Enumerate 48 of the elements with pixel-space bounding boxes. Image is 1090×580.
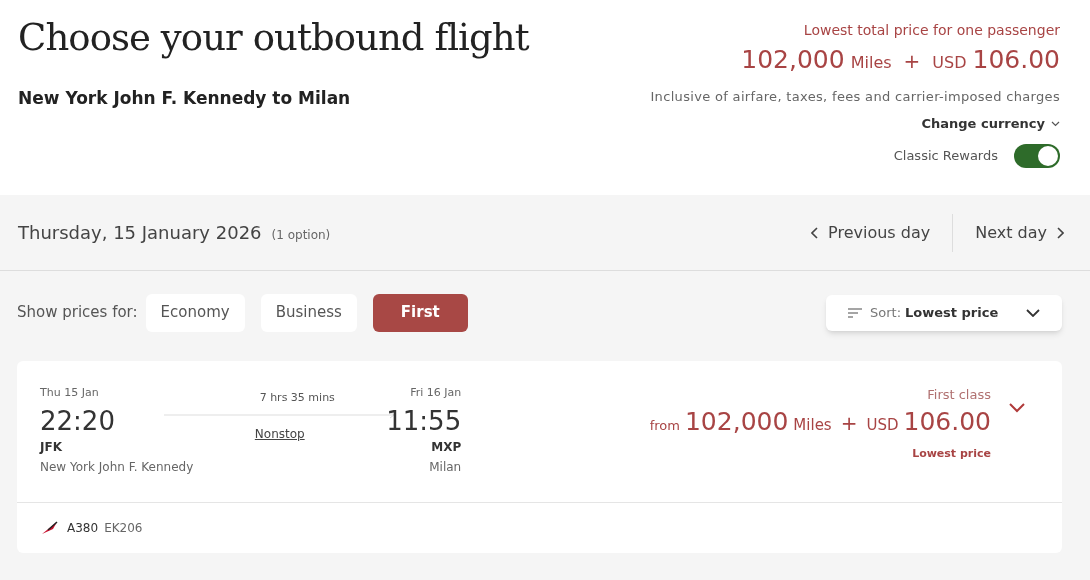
sort-dropdown[interactable]: Sort: Lowest price (826, 294, 1062, 331)
miles-amount: 102,000 (684, 405, 789, 438)
route-subtitle: New York John F. Kennedy to Milan (18, 87, 352, 110)
departure-code: JFK (40, 438, 63, 456)
flight-duration: 7 hrs 35 mins (259, 390, 335, 406)
sort-icon (848, 307, 862, 318)
cash-amount: 106.00 (972, 44, 1060, 76)
chevron-left-icon (811, 226, 819, 239)
chevron-right-icon (1057, 226, 1064, 239)
miles-unit: Miles (850, 52, 892, 74)
cabin-class-label: First class (927, 386, 991, 404)
lowest-price-label: Lowest total price for one passenger (803, 21, 1060, 40)
arrival-code: MXP (431, 438, 462, 456)
departure-date: Thu 15 Jan (40, 385, 100, 401)
departure-time: 22:20 (40, 404, 116, 438)
chevron-down-icon (1051, 120, 1060, 127)
arrival-city: Milan (429, 458, 462, 476)
expand-chevron-icon[interactable] (1009, 403, 1025, 413)
plus-sign: + (903, 48, 921, 75)
cabin-tab[interactable]: Economy (145, 293, 245, 332)
aircraft-type: A380 (67, 520, 99, 537)
classic-rewards-toggle[interactable] (1014, 143, 1060, 168)
miles-unit: Miles (793, 414, 832, 436)
date-label: Thursday, 15 January 2026 (18, 221, 262, 245)
arrival-date: Fri 16 Jan (410, 385, 462, 401)
show-prices-label: Show prices for: (17, 302, 138, 324)
cash-amount: 106.00 (903, 405, 991, 438)
next-day-button[interactable]: Next day (953, 220, 1072, 245)
previous-day-button[interactable]: Previous day (811, 220, 953, 245)
chevron-down-icon (1026, 308, 1040, 317)
currency-code: USD (932, 52, 967, 74)
miles-amount: 102,000 (741, 44, 845, 76)
nonstop-link[interactable]: Nonstop (254, 424, 305, 443)
options-count: (1 option) (271, 227, 331, 244)
page-title: Choose your outbound flight (18, 16, 529, 60)
currency-code: USD (866, 414, 899, 436)
cabin-tab[interactable]: Business (260, 293, 357, 332)
classic-rewards-label: Classic Rewards (893, 146, 998, 165)
departure-city: New York John F. Kennedy (40, 458, 194, 476)
flight-number: EK206 (104, 520, 143, 537)
price-note: Inclusive of airfare, taxes, fees and carrier-imposed charges (650, 87, 1060, 106)
plus-sign: + (840, 409, 858, 437)
tail-fin-icon (41, 521, 59, 535)
cabin-tab[interactable]: First (372, 293, 468, 332)
from-label: from (649, 416, 680, 435)
arrival-time: 11:55 (386, 404, 462, 438)
change-currency-button[interactable]: Change currency (921, 114, 1060, 134)
lowest-price-tag: Lowest price (912, 446, 991, 463)
